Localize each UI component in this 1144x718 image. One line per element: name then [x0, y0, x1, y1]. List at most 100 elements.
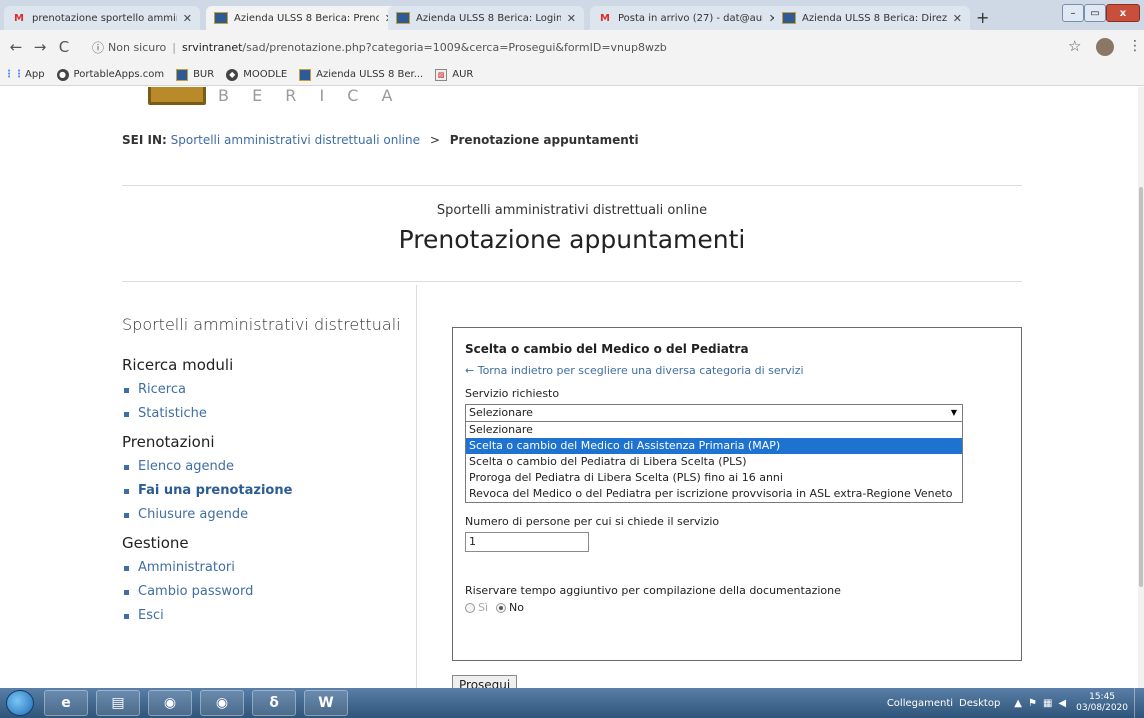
browser-tab[interactable]: Azienda ULSS 8 Berica: Login ✕ — [388, 6, 584, 30]
browser-tab[interactable]: Mprenotazione sportello amminist ✕ — [4, 6, 200, 30]
menu-kebab-icon[interactable]: ⋮ — [1128, 38, 1142, 54]
extra-time-label: Riservare tempo aggiuntivo per compilazi… — [465, 584, 841, 597]
new-tab-button[interactable]: + — [976, 8, 989, 27]
maximize-button[interactable]: ▭ — [1084, 4, 1106, 22]
bookmark-item[interactable]: ⋮⋮ App — [4, 69, 45, 81]
sidebar-title: Sportelli amministrativi distrettuali — [122, 315, 401, 334]
toolbar-links[interactable]: Collegamenti — [887, 698, 953, 709]
service-option[interactable]: Scelta o cambio del Pediatra di Libera S… — [466, 454, 962, 470]
service-options-list: Selezionare Scelta o cambio del Medico di… — [465, 422, 963, 503]
reload-icon[interactable]: C — [52, 38, 76, 56]
chrome-icon[interactable]: ◉ — [148, 690, 192, 716]
bookmark-item[interactable]: ● PortableApps.com — [56, 68, 165, 81]
service-option[interactable]: Selezionare — [466, 422, 962, 438]
sidebar-section-heading: Gestione — [122, 534, 189, 552]
tray-expand-icon[interactable]: ▲ — [1014, 698, 1022, 709]
internet-explorer-icon[interactable]: e — [44, 690, 88, 716]
page-scrollbar[interactable] — [1138, 87, 1144, 688]
show-desktop-button[interactable] — [1134, 688, 1144, 718]
tab-title: Posta in arrivo (27) - dat@aulss8 — [618, 12, 763, 24]
dropdown-arrow-icon[interactable]: ▼ — [951, 405, 957, 421]
minimize-button[interactable]: – — [1062, 4, 1084, 22]
bookmark-item[interactable]: BUR — [176, 68, 215, 81]
start-button[interactable] — [6, 690, 34, 716]
browser-tab[interactable]: Azienda ULSS 8 Berica: Direzione ✕ — [774, 6, 970, 30]
tab-title: Azienda ULSS 8 Berica: Prenotaz — [234, 12, 379, 24]
sidebar-link[interactable]: Esci — [122, 608, 402, 623]
sidebar-list: Amministratori Cambio password Esci — [122, 560, 402, 623]
tab-close-icon[interactable]: ✕ — [953, 12, 962, 25]
divider — [122, 281, 1022, 282]
browser-tab[interactable]: MPosta in arrivo (27) - dat@aulss8✕ — [590, 6, 786, 30]
breadcrumb-link[interactable]: Sportelli amministrativi distrettuali on… — [171, 133, 420, 147]
system-tray: Collegamenti Desktop ▲ ⚑ ▦ ◀ 15:45 03/08… — [887, 688, 1144, 718]
radio-no[interactable] — [496, 602, 507, 613]
toolbar-desktop[interactable]: Desktop — [959, 698, 1000, 709]
close-window-button[interactable]: x — [1106, 4, 1140, 22]
windows-taskbar: e ▤ ◉ ◉ δ W Collegamenti Desktop ▲ ⚑ ▦ ◀… — [0, 688, 1144, 718]
info-icon[interactable]: ⓘ — [92, 39, 104, 56]
file-explorer-icon[interactable]: ▤ — [96, 690, 140, 716]
profile-avatar[interactable] — [1096, 38, 1114, 56]
gmail-icon: M — [600, 12, 610, 24]
tab-close-icon[interactable]: ✕ — [183, 12, 192, 25]
ulss-favicon — [176, 68, 189, 81]
sidebar-link[interactable]: Fai una prenotazione — [122, 483, 402, 498]
breadcrumb-separator: > — [429, 133, 440, 147]
booking-form: Scelta o cambio del Medico o del Pediatr… — [452, 327, 1022, 661]
flag-icon[interactable]: ⚑ — [1028, 698, 1037, 709]
word-icon[interactable]: W — [304, 690, 348, 716]
extra-time-radio-group: Sì No — [465, 601, 1009, 614]
address-host: srvintranet — [181, 40, 243, 54]
sidebar-link[interactable]: Amministratori — [122, 560, 402, 575]
ulss-favicon — [396, 12, 410, 24]
address-bar[interactable]: ⓘ Non sicuro | srvintranet /sad/prenotaz… — [92, 34, 1052, 60]
clock[interactable]: 15:45 03/08/2020 — [1076, 692, 1128, 714]
volume-icon[interactable]: ◀ — [1058, 698, 1066, 709]
sidebar-link[interactable]: Ricerca — [122, 382, 402, 397]
sidebar-link[interactable]: Elenco agende — [122, 459, 402, 474]
bookmark-item[interactable]: Azienda ULSS 8 Ber... — [299, 68, 423, 81]
sidebar: Sportelli amministrativi distrettuali Ri… — [122, 315, 402, 635]
form-title: Scelta o cambio del Medico o del Pediatr… — [465, 342, 749, 356]
service-select[interactable]: Selezionare ▼ — [465, 404, 963, 422]
service-option[interactable]: Revoca del Medico o del Pediatra per isc… — [466, 486, 962, 502]
chrome-icon[interactable]: ◉ — [200, 690, 244, 716]
browser-tab[interactable]: Azienda ULSS 8 Berica: Prenotaz✕ — [206, 6, 402, 30]
bookmark-label: PortableApps.com — [73, 69, 165, 80]
back-icon[interactable]: ← — [4, 38, 28, 56]
breadcrumb-current: Prenotazione appuntamenti — [449, 133, 639, 147]
ulss-favicon — [782, 12, 796, 24]
ulss-logo[interactable]: B E R I C A — [148, 87, 401, 105]
tab-close-icon[interactable]: ✕ — [567, 12, 576, 25]
breadcrumb: SEI IN: Sportelli amministrativi distret… — [122, 133, 639, 147]
network-icon[interactable]: ▦ — [1043, 698, 1052, 709]
breadcrumb-label: SEI IN: — [122, 133, 167, 147]
bookmark-star-icon[interactable]: ☆ — [1068, 37, 1081, 55]
radio-yes[interactable] — [465, 602, 475, 613]
service-option[interactable]: Proroga del Pediatra di Libera Scelta (P… — [466, 470, 962, 486]
persons-input[interactable]: 1 — [465, 532, 589, 552]
bookmark-label: MOODLE — [243, 69, 288, 80]
prosegui-button[interactable]: Prosegui — [452, 675, 518, 688]
clock-date: 03/08/2020 — [1076, 703, 1128, 713]
aur-icon: ▨ — [435, 68, 448, 81]
portableapps-icon: ● — [56, 68, 69, 81]
bookmark-item[interactable]: ◆ MOODLE — [226, 68, 288, 81]
service-label: Servizio richiesto — [465, 387, 560, 400]
sidebar-link[interactable]: Statistiche — [122, 406, 402, 421]
sidebar-section-heading: Prenotazioni — [122, 433, 215, 451]
sidebar-link[interactable]: Cambio password — [122, 584, 402, 599]
forward-icon[interactable]: → — [28, 38, 52, 56]
bookmark-item[interactable]: ▨ AUR — [435, 68, 473, 81]
delta-app-icon[interactable]: δ — [252, 690, 296, 716]
service-option[interactable]: Scelta o cambio del Medico di Assistenza… — [466, 438, 962, 454]
service-select-value: Selezionare — [469, 406, 533, 419]
sidebar-section-heading: Ricerca moduli — [122, 356, 234, 374]
page-title: Prenotazione appuntamenti — [398, 225, 746, 254]
bookmark-label: BUR — [193, 69, 215, 80]
scrollbar-thumb[interactable] — [1139, 187, 1143, 587]
sidebar-link[interactable]: Chiusure agende — [122, 507, 402, 522]
back-to-categories-link[interactable]: ← Torna indietro per scegliere una diver… — [465, 364, 1009, 377]
bookmarks-bar: ⋮⋮ App ● PortableApps.com BUR ◆ MOODLE Azienda … — [0, 64, 1144, 86]
